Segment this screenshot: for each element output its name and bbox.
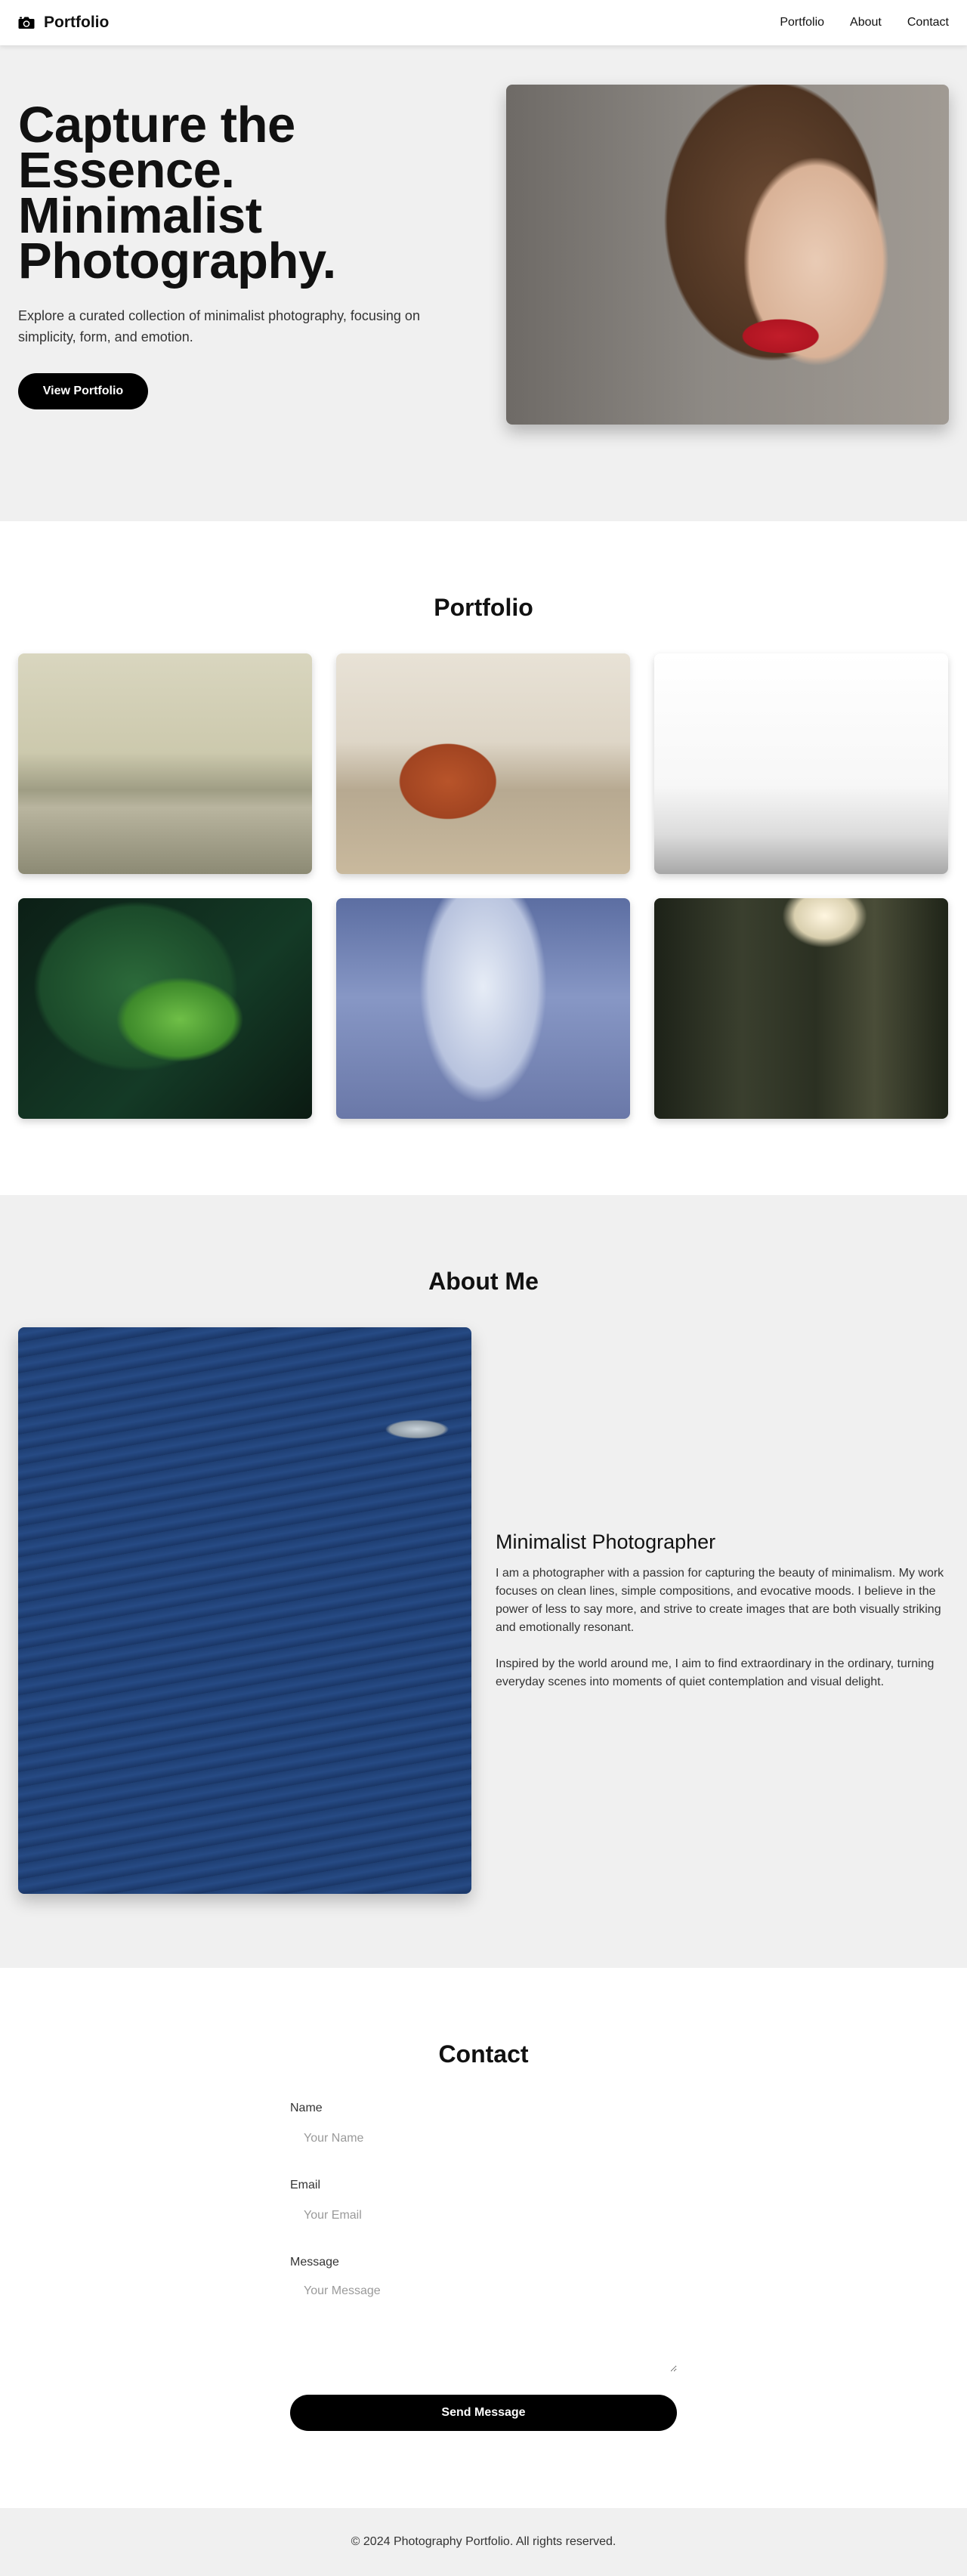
contact-form: Name Email Message Send Message — [290, 2102, 677, 2431]
about-heading: Minimalist Photographer — [496, 1530, 716, 1553]
footer: © 2024 Photography Portfolio. All rights… — [0, 2508, 967, 2576]
hero-title: Capture the Essence. Minimalist Photogra… — [18, 97, 336, 289]
brand[interactable]: Portfolio — [18, 14, 109, 32]
nav-links: Portfolio About Contact — [780, 16, 949, 29]
hero-portrait-image — [505, 85, 949, 425]
portfolio-grid — [18, 653, 949, 1119]
about-section: About Me Minimalist Photographer I am a … — [0, 1195, 967, 1968]
about-title: About Me — [428, 1268, 539, 1295]
email-label: Email — [290, 2179, 321, 2191]
copyright-text: © 2024 Photography Portfolio. All rights… — [351, 2535, 616, 2548]
message-label: Message — [290, 2256, 339, 2269]
contact-section: Contact Name Email Message Send Message — [0, 1968, 967, 2508]
brand-name: Portfolio — [44, 14, 110, 31]
camera-icon — [18, 17, 35, 29]
top-navbar: Portfolio Portfolio About Contact — [0, 0, 967, 45]
hero-text: Capture the Essence. Minimalist Photogra… — [18, 85, 464, 521]
view-portfolio-button[interactable]: View Portfolio — [18, 373, 148, 409]
message-textarea[interactable] — [290, 2275, 677, 2372]
highland-cow-photo[interactable] — [336, 653, 630, 874]
beach-photo[interactable] — [18, 653, 312, 874]
send-message-button[interactable]: Send Message — [290, 2395, 677, 2431]
ocean-bird-photo — [18, 1327, 471, 1894]
about-paragraph-1: I am a photographer with a passion for c… — [496, 1566, 944, 1634]
skyscraper-photo[interactable] — [336, 898, 630, 1119]
hero-subtitle: Explore a curated collection of minimali… — [18, 308, 420, 344]
name-input[interactable] — [290, 2121, 677, 2156]
green-plant-photo[interactable] — [18, 898, 312, 1119]
contact-title: Contact — [438, 2040, 529, 2068]
portfolio-section: Portfolio — [0, 521, 967, 1195]
hero-section: Capture the Essence. Minimalist Photogra… — [0, 45, 967, 521]
name-label: Name — [290, 2102, 323, 2114]
hay-bales-field-photo[interactable] — [654, 653, 948, 874]
about-text: Minimalist Photographer I am a photograp… — [496, 1530, 949, 1691]
about-paragraph-2: Inspired by the world around me, I aim t… — [496, 1657, 935, 1688]
nav-link-contact[interactable]: Contact — [907, 16, 949, 29]
email-input[interactable] — [290, 2198, 677, 2233]
portfolio-title: Portfolio — [434, 594, 533, 621]
nav-link-about[interactable]: About — [850, 16, 882, 29]
forest-photo[interactable] — [654, 898, 948, 1119]
about-body: Minimalist Photographer I am a photograp… — [18, 1327, 949, 1894]
nav-link-portfolio[interactable]: Portfolio — [780, 16, 824, 29]
